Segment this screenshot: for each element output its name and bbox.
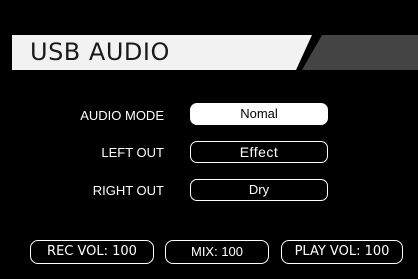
header-bar: USB AUDIO xyxy=(12,35,418,70)
page-title: USB AUDIO xyxy=(30,38,170,66)
right-out-option[interactable]: Dry xyxy=(190,179,328,201)
left-out-option[interactable]: Effect xyxy=(190,141,328,163)
right-out-label: RIGHT OUT xyxy=(92,183,164,198)
audio-mode-option[interactable]: Nomal xyxy=(190,103,328,125)
audio-mode-label: AUDIO MODE xyxy=(80,108,164,123)
mix-button[interactable]: MIX: 100 xyxy=(165,240,269,264)
rec-vol-button[interactable]: REC VOL: 100 xyxy=(30,240,154,264)
play-vol-button[interactable]: PLAY VOL: 100 xyxy=(281,240,403,264)
left-out-label: LEFT OUT xyxy=(101,145,164,160)
